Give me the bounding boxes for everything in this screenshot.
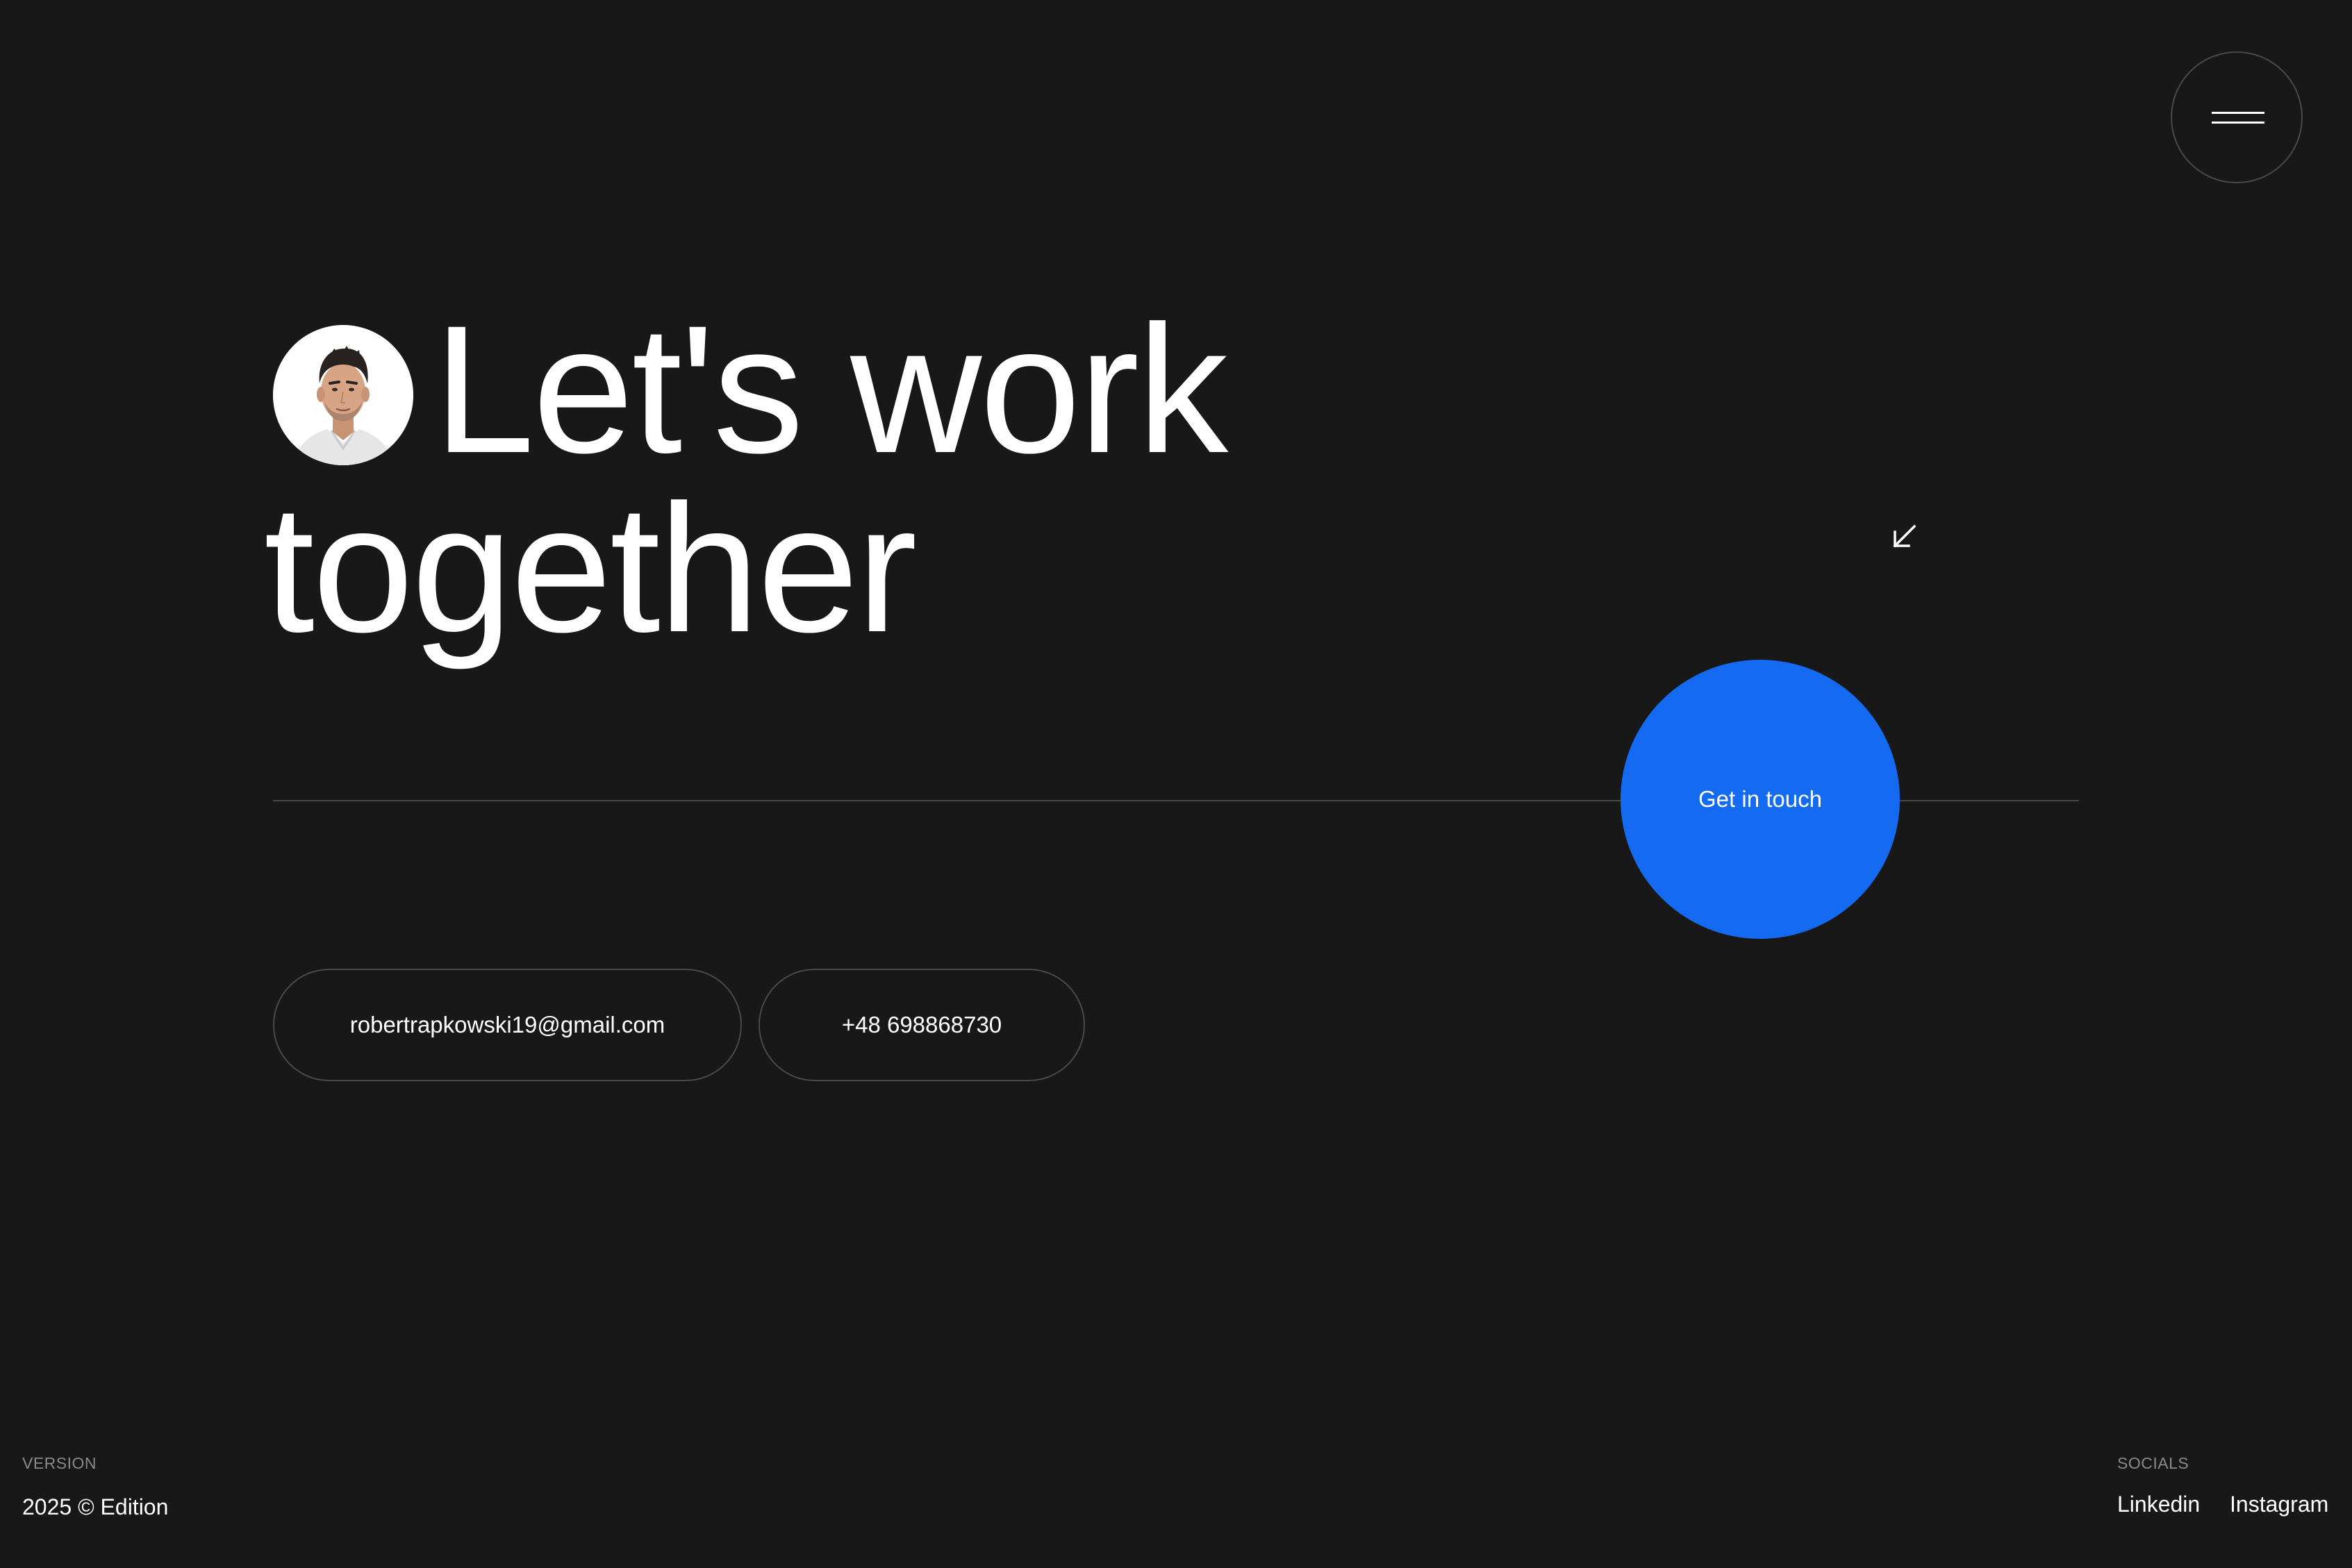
headline-line-1: Let's work bbox=[433, 287, 1228, 491]
version-value: 2025 © Edition bbox=[22, 1494, 169, 1519]
headline-line-2: together bbox=[264, 467, 917, 670]
email-link[interactable]: robertrapkowski19@gmail.com bbox=[273, 969, 742, 1081]
menu-icon-line-top bbox=[2212, 112, 2264, 114]
arrow-down-left-icon bbox=[1893, 524, 1916, 548]
menu-icon-line-bottom bbox=[2212, 122, 2264, 124]
version-label: VERSION bbox=[22, 1454, 97, 1472]
get-in-touch-button[interactable]: Get in touch bbox=[1621, 660, 1900, 939]
linkedin-link[interactable]: Linkedin bbox=[2117, 1492, 2200, 1517]
page-title: Let's work together bbox=[264, 299, 1228, 660]
phone-link[interactable]: +48 698868730 bbox=[759, 969, 1085, 1081]
socials-label: SOCIALS bbox=[2117, 1454, 2189, 1472]
menu-button[interactable] bbox=[2171, 51, 2303, 183]
instagram-link[interactable]: Instagram bbox=[2230, 1492, 2328, 1517]
